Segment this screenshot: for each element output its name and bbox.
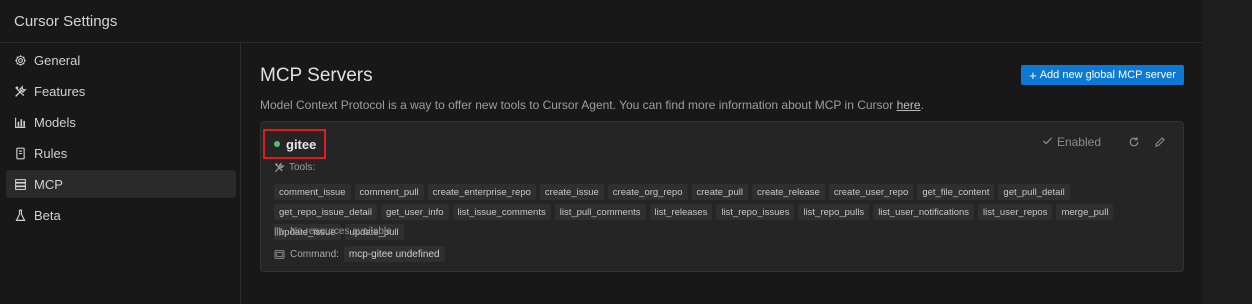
- tool-chip: create_pull: [691, 184, 748, 200]
- tools-label: Tools:: [289, 162, 316, 173]
- tool-chip: create_release: [751, 184, 825, 200]
- sidebar-item-label: General: [34, 52, 81, 68]
- sidebar-item-features[interactable]: Features: [6, 77, 236, 105]
- edit-pencil-icon[interactable]: [1153, 135, 1167, 149]
- tool-chip: create_user_repo: [828, 184, 914, 200]
- enabled-toggle[interactable]: Enabled: [1042, 135, 1101, 149]
- gear-icon: [14, 54, 27, 67]
- editor-background: [1202, 0, 1252, 304]
- tool-chip: merge_pull: [1056, 204, 1114, 220]
- tool-chip: list_user_repos: [978, 204, 1053, 220]
- title-bar: Cursor Settings: [0, 0, 1202, 43]
- server-name-highlight: gitee: [263, 129, 326, 159]
- sidebar-item-general[interactable]: General: [6, 46, 236, 74]
- page-title: MCP Servers: [260, 65, 373, 86]
- add-global-mcp-server-button[interactable]: + Add new global MCP server: [1021, 65, 1184, 85]
- resources-status: No resources available: [274, 226, 392, 237]
- no-resources-label: No resources available: [290, 226, 392, 237]
- sidebar-item-label: Beta: [34, 207, 61, 223]
- description-text: Model Context Protocol is a way to offer…: [260, 98, 897, 112]
- library-icon: [274, 226, 285, 237]
- tool-chip: list_pull_comments: [554, 204, 646, 220]
- sidebar-item-beta[interactable]: Beta: [6, 201, 236, 229]
- tool-chip: get_file_content: [917, 184, 995, 200]
- tools-heading: Tools:: [274, 162, 315, 173]
- sidebar-item-label: Rules: [34, 145, 68, 161]
- status-dot: [274, 141, 280, 147]
- tools-icon: [274, 162, 285, 173]
- server-name: gitee: [286, 136, 317, 152]
- add-button-label: Add new global MCP server: [1039, 69, 1176, 81]
- sidebar-item-models[interactable]: Models: [6, 108, 236, 136]
- sidebar: General Features Models Rules MCP Beta: [0, 43, 241, 304]
- description-end: .: [920, 98, 924, 112]
- terminal-icon: [274, 249, 285, 260]
- command-row: Command: mcp-gitee undefined: [274, 246, 445, 262]
- sidebar-item-mcp[interactable]: MCP: [6, 170, 236, 198]
- flask-icon: [14, 209, 27, 222]
- mcp-description: Model Context Protocol is a way to offer…: [260, 98, 924, 112]
- mcp-server-card: gitee Enabled Tools: comment_issue comme…: [260, 121, 1184, 272]
- more-info-link[interactable]: here: [897, 98, 921, 112]
- tool-chip: get_pull_detail: [998, 184, 1070, 200]
- settings-window: Cursor Settings General Features Models …: [0, 0, 1202, 304]
- book-icon: [14, 147, 27, 160]
- tool-chip: list_releases: [649, 204, 713, 220]
- tools-list: comment_issue comment_pull create_enterpri…: [274, 184, 1174, 240]
- refresh-icon[interactable]: [1127, 135, 1141, 149]
- tool-chip: comment_pull: [354, 184, 424, 200]
- tools-icon: [14, 84, 27, 98]
- tool-chip: create_org_repo: [607, 184, 688, 200]
- sidebar-item-label: Models: [34, 114, 76, 130]
- tool-chip: get_repo_issue_detail: [274, 204, 377, 220]
- server-icon: [14, 178, 27, 191]
- sidebar-item-label: MCP: [34, 176, 63, 192]
- check-icon: [1042, 135, 1053, 149]
- tool-chip: comment_issue: [274, 184, 351, 200]
- tool-chip: create_enterprise_repo: [427, 184, 536, 200]
- tool-chip: get_user_info: [380, 204, 449, 220]
- server-status-controls: Enabled: [1042, 135, 1167, 149]
- tool-chip: create_issue: [539, 184, 604, 200]
- tool-chip: list_issue_comments: [452, 204, 551, 220]
- plus-icon: +: [1029, 67, 1037, 83]
- sidebar-item-rules[interactable]: Rules: [6, 139, 236, 167]
- tool-chip: list_repo_issues: [716, 204, 795, 220]
- sidebar-item-label: Features: [34, 83, 86, 99]
- command-value: mcp-gitee undefined: [343, 246, 445, 262]
- window-title: Cursor Settings: [14, 12, 118, 30]
- enabled-label: Enabled: [1056, 135, 1101, 149]
- tool-chip: list_repo_pulls: [798, 204, 870, 220]
- command-label: Command:: [290, 248, 339, 260]
- tool-chip: list_user_notifications: [873, 204, 975, 220]
- bar-chart-icon: [14, 116, 27, 129]
